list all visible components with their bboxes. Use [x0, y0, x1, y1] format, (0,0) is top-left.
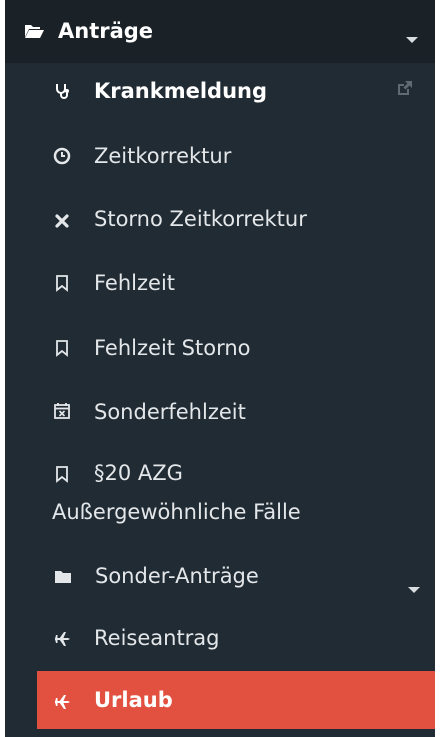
chevron-down-icon	[406, 37, 418, 43]
menu-item-fehlzeit-storno[interactable]: Fehlzeit Storno	[5, 317, 435, 377]
menu-header-antraege[interactable]: Anträge	[5, 0, 435, 63]
menu-header-title: Anträge	[58, 19, 154, 43]
calendar-times-icon	[54, 403, 70, 419]
menu-item-storno-zeitkorrektur[interactable]: Storno Zeitkorrektur	[5, 188, 435, 248]
menu-item-zeitkorrektur[interactable]: Zeitkorrektur	[5, 125, 435, 185]
plane-icon	[55, 632, 70, 646]
bookmark-icon	[56, 275, 68, 292]
external-link-icon[interactable]	[396, 80, 413, 97]
plane-icon	[55, 695, 70, 709]
menu-item-reiseantrag[interactable]: Reiseantrag	[5, 607, 435, 667]
menu-item-label: Zeitkorrektur	[94, 144, 232, 168]
menu-item-fehlzeit[interactable]: Fehlzeit	[5, 252, 435, 312]
menu-item-label: Fehlzeit Storno	[94, 336, 251, 360]
menu-item-paragraph-20-azg[interactable]: §20 AZG Außergewöhnliche Fälle	[5, 445, 435, 537]
menu-item-label: Krankmeldung	[94, 79, 268, 103]
bookmark-icon	[56, 340, 68, 357]
stethoscope-icon	[56, 84, 69, 99]
menu-item-krankmeldung[interactable]: Krankmeldung	[5, 60, 435, 120]
bookmark-icon	[56, 466, 68, 483]
menu-item-label-line1: §20 AZG	[94, 461, 183, 485]
menu-item-label: Fehlzeit	[94, 271, 176, 295]
menu-item-label: Storno Zeitkorrektur	[94, 207, 307, 231]
folder-open-icon	[25, 25, 44, 38]
chevron-down-icon	[408, 587, 420, 593]
menu-item-label: Sonderfehlzeit	[94, 400, 246, 424]
menu-item-label: Sonder-Anträge	[95, 564, 259, 588]
menu-item-sonderfehlzeit[interactable]: Sonderfehlzeit	[5, 381, 435, 441]
clock-icon	[53, 147, 71, 165]
menu-item-label: Reiseantrag	[94, 626, 220, 650]
menu-item-label-line2: Außergewöhnliche Fälle	[52, 500, 301, 524]
menu-item-urlaub[interactable]: Urlaub	[37, 671, 435, 729]
close-icon	[55, 214, 69, 228]
folder-icon	[55, 571, 71, 583]
menu-item-label: Urlaub	[94, 688, 173, 712]
sidebar-menu: Anträge Krankmeldung Zeitkorrektur Storn…	[5, 0, 435, 737]
menu-item-sonder-antraege[interactable]: Sonder-Anträge	[5, 545, 435, 605]
